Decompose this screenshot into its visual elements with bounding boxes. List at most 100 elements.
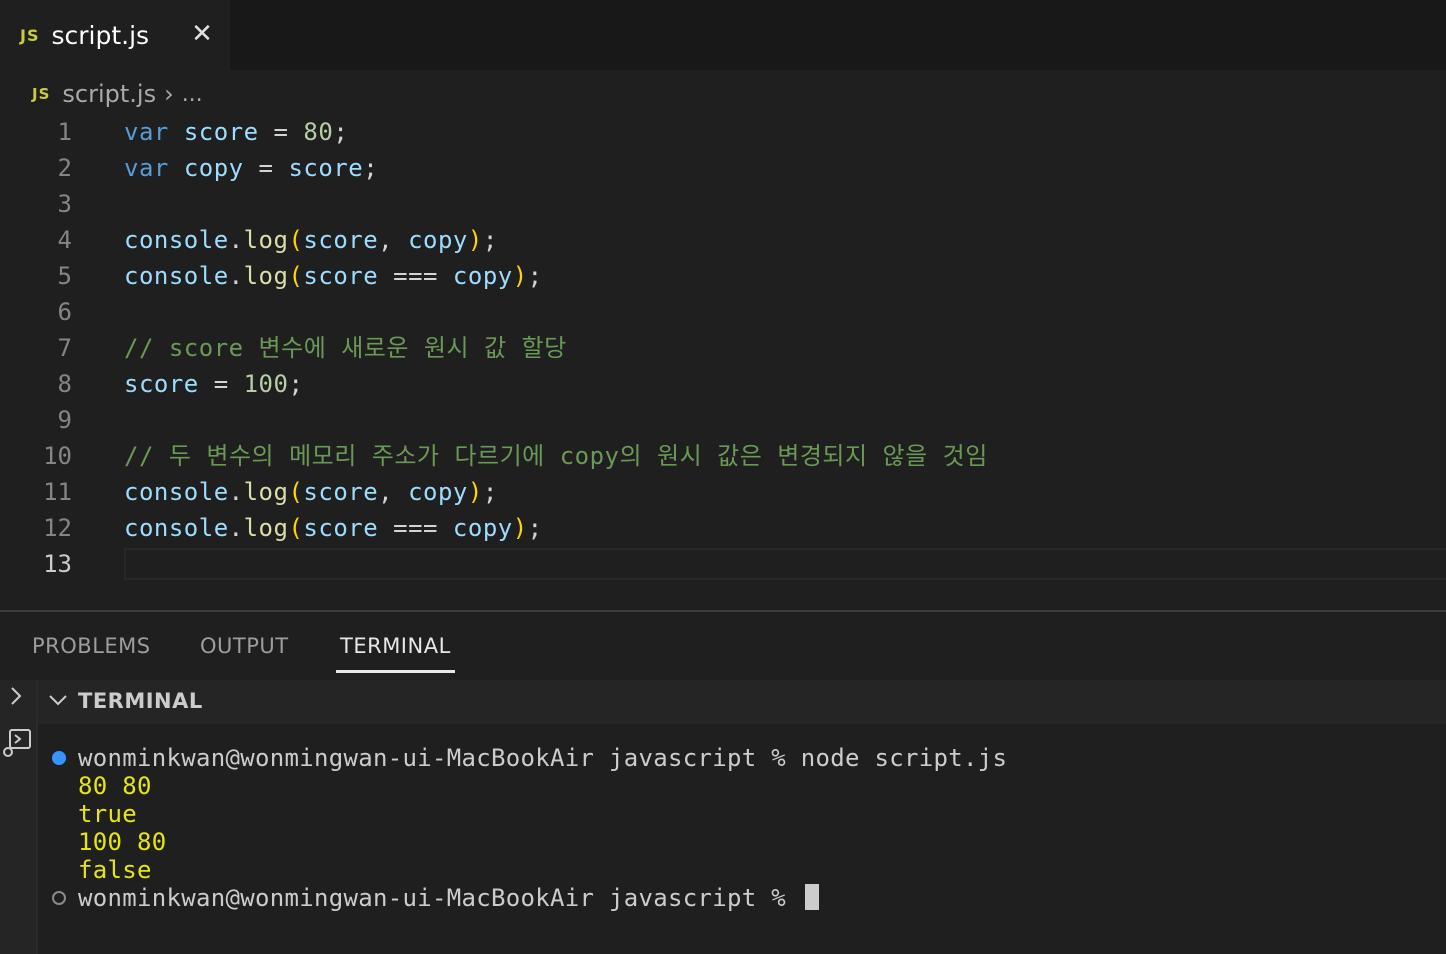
code-line: 4 console.log(score, copy); [0,222,1446,258]
paren: ( [288,514,304,542]
function: log [243,514,289,542]
terminal-icon[interactable] [2,728,32,760]
terminal-prompt-line: wonminkwan@wonmingwan-ui-MacBookAir java… [78,884,819,912]
line-number: 4 [57,226,72,254]
tab-terminal[interactable]: TERMINAL [340,634,451,658]
terminal-sidebar [0,680,38,954]
semicolon: ; [527,262,543,290]
code-text: var score = 80; [124,114,348,150]
line-number: 9 [57,406,72,434]
code-line: 8 score = 100; [0,366,1446,402]
dot: . [228,514,244,542]
semicolon: ; [333,118,349,146]
chevron-down-icon[interactable] [46,686,70,716]
code-line: 5 console.log(score === copy); [0,258,1446,294]
terminal-prompt: wonminkwan@wonmingwan-ui-MacBookAir java… [78,884,801,912]
semicolon: ; [527,514,543,542]
paren: ) [512,262,528,290]
variable: copy [408,226,468,254]
variable: copy [183,154,244,182]
function: log [243,262,289,290]
breadcrumb-file[interactable]: script.js [62,80,156,108]
javascript-file-icon: JS [32,85,51,103]
terminal-output[interactable]: wonminkwan@wonmingwan-ui-MacBookAir java… [38,724,1446,954]
terminal-output-line: false [78,856,152,884]
variable: score [124,370,199,398]
terminal-output-line: 100 80 [78,828,167,856]
variable: console [124,226,229,254]
code-line-current: 13 [0,546,1446,582]
variable: score [303,226,379,254]
line-number: 6 [57,298,72,326]
code-line: 7 // score 변수에 새로운 원시 값 할당 [0,330,1446,366]
line-number: 11 [43,478,72,506]
line-number: 12 [43,514,72,542]
function: log [243,478,289,506]
operator: = [243,154,289,182]
number-literal: 80 [303,118,334,146]
semicolon: ; [482,478,498,506]
variable: console [124,514,229,542]
terminal-cursor [804,884,819,910]
close-icon[interactable]: ✕ [188,20,216,48]
line-number: 1 [57,118,72,146]
command-success-icon[interactable] [52,751,66,765]
paren: ( [288,478,304,506]
paren: ) [467,226,483,254]
tab-problems[interactable]: PROBLEMS [32,634,151,658]
function: log [243,226,289,254]
variable: score [303,514,379,542]
dot: . [228,226,244,254]
operator: === [378,262,453,290]
operator: = [258,118,304,146]
chevron-right-icon[interactable] [2,684,30,716]
paren: ) [512,514,528,542]
line-number: 8 [57,370,72,398]
comma: , [378,226,409,254]
line-number: 13 [43,550,72,578]
command-pending-icon[interactable] [52,891,66,905]
variable: score [183,118,259,146]
tab-output[interactable]: OUTPUT [200,634,289,658]
variable: score [288,154,364,182]
line-number: 7 [57,334,72,362]
code-line: 3 [0,186,1446,222]
tab-label: script.js [51,20,150,50]
terminal-title: TERMINAL [78,689,203,713]
variable: score [303,262,379,290]
comma: , [378,478,409,506]
dot: . [228,478,244,506]
tab-script-js[interactable]: JS script.js ✕ [0,0,230,70]
code-editor[interactable]: 1 var score = 80; 2 var copy = score; 3 … [0,114,1446,584]
operator: === [378,514,453,542]
terminal-command-line: wonminkwan@wonmingwan-ui-MacBookAir java… [78,744,1008,772]
semicolon: ; [363,154,379,182]
editor-tab-bar: JS script.js ✕ [0,0,1446,70]
tab-bar-empty-area [230,0,1440,70]
paren: ( [288,226,304,254]
variable: copy [452,514,513,542]
terminal-header[interactable]: TERMINAL [38,680,1446,724]
paren: ) [467,478,483,506]
code-text: var copy = score; [124,150,378,186]
code-text: console.log(score, copy); [124,222,498,258]
breadcrumb: JS script.js › ... [32,76,203,112]
code-text: console.log(score === copy); [124,258,543,294]
semicolon: ; [482,226,498,254]
code-comment: // score 변수에 새로운 원시 값 할당 [124,334,567,362]
line-number: 10 [43,442,72,470]
dot: . [228,262,244,290]
chevron-right-icon: › [164,80,174,108]
variable: console [124,262,229,290]
paren: ( [288,262,304,290]
variable: score [303,478,379,506]
variable: console [124,478,229,506]
code-line: 9 [0,402,1446,438]
breadcrumb-symbols[interactable]: ... [182,82,203,107]
code-line: 10 // 두 변수의 메모리 주소가 다르기에 copy의 원시 값은 변경되… [0,438,1446,474]
active-tab-indicator [336,670,455,673]
terminal-output-line: true [78,800,137,828]
keyword: var [124,118,169,146]
code-text: console.log(score, copy); [124,474,498,510]
code-text: console.log(score === copy); [124,510,543,546]
